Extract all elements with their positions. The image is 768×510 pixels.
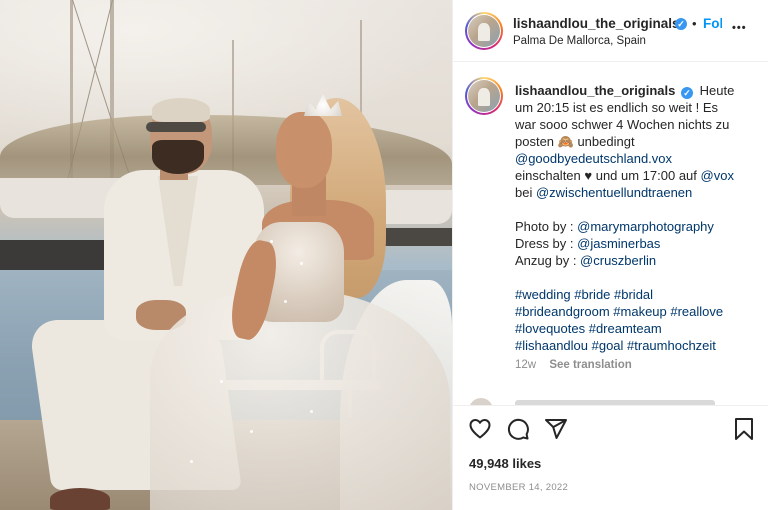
comment-icon[interactable] bbox=[505, 416, 531, 442]
heart-icon[interactable] bbox=[467, 416, 493, 442]
bookmark-icon[interactable] bbox=[731, 416, 757, 442]
post-caption: lishaandlou_the_originals ✓ Heute um 20:… bbox=[515, 82, 759, 354]
caption-text: posten 🙈 unbedingt bbox=[515, 134, 635, 149]
caption-hashtags[interactable]: #lishaandlou #goal #traumhochzeit bbox=[515, 337, 759, 354]
caption-author-avatar[interactable] bbox=[465, 77, 503, 115]
post-actions-bar bbox=[453, 405, 768, 451]
more-options-icon[interactable]: ••• bbox=[732, 22, 747, 34]
send-icon[interactable] bbox=[543, 416, 569, 442]
see-translation-button[interactable]: See translation bbox=[549, 359, 631, 371]
caption-mention[interactable]: @goodbyedeutschland.vox bbox=[515, 150, 759, 167]
caption-text: bei bbox=[515, 185, 536, 200]
caption-hashtags[interactable]: #wedding #bride #bridal bbox=[515, 286, 759, 303]
post-date: NOVEMBER 14, 2022 bbox=[469, 482, 569, 493]
sparkle bbox=[284, 300, 287, 303]
author-username[interactable]: lishaandlou_the_originals bbox=[513, 16, 680, 31]
verified-badge-icon: ✓ bbox=[675, 18, 687, 30]
groom-shoe bbox=[50, 488, 110, 510]
post-image[interactable] bbox=[0, 0, 452, 510]
caption-text: Anzug by : bbox=[515, 253, 581, 268]
caption-text: um 20:15 ist es endlich so weit ! Es bbox=[515, 100, 719, 115]
caption-mention[interactable]: @zwischentuellundtraenen bbox=[536, 185, 692, 200]
caption-text: Heute bbox=[699, 83, 735, 98]
caption-mention[interactable]: @marymarphotography bbox=[577, 219, 714, 234]
sparkle bbox=[190, 460, 193, 463]
groom-sunglasses bbox=[146, 122, 206, 132]
caption-username[interactable]: lishaandlou_the_originals bbox=[515, 83, 675, 98]
avatar-image bbox=[468, 15, 500, 47]
post-details-panel: lishaandlou_the_originals ✓ • Follow Pal… bbox=[452, 0, 768, 510]
caption-mention[interactable]: @cruszberlin bbox=[580, 253, 656, 268]
caption-text: einschalten ♥ und um 17:00 auf bbox=[515, 168, 701, 183]
follow-button[interactable]: Follow bbox=[703, 16, 722, 31]
caption-text: Dress by : bbox=[515, 236, 578, 251]
author-avatar[interactable] bbox=[465, 12, 503, 50]
avatar-image bbox=[468, 80, 500, 112]
post-location[interactable]: Palma De Mallorca, Spain bbox=[513, 35, 646, 47]
caption-hashtags[interactable]: #brideandgroom #makeup #reallove bbox=[515, 303, 759, 320]
groom-beard bbox=[152, 140, 204, 174]
caption-mention[interactable]: @vox bbox=[701, 168, 734, 183]
sparkle bbox=[270, 240, 273, 243]
post-header: lishaandlou_the_originals ✓ • Follow Pal… bbox=[453, 0, 768, 62]
caption-meta: 12w See translation bbox=[515, 359, 632, 371]
caption-text: war sooo schwer 4 Wochen nichts zu bbox=[515, 117, 730, 132]
separator-dot: • bbox=[692, 16, 697, 31]
sparkle bbox=[300, 262, 303, 265]
likes-count[interactable]: 49,948 likes bbox=[469, 456, 541, 471]
bride-skirt bbox=[150, 290, 450, 510]
sparkle bbox=[250, 430, 253, 433]
boat-hull-dark bbox=[0, 240, 120, 270]
sparkle bbox=[220, 380, 223, 383]
bride-face bbox=[276, 112, 332, 188]
caption-hashtags[interactable]: #lovequotes #dreamteam bbox=[515, 320, 759, 337]
sparkle bbox=[310, 410, 313, 413]
caption-mention[interactable]: @jasminerbas bbox=[577, 236, 660, 251]
post-age[interactable]: 12w bbox=[515, 359, 536, 371]
caption-text: Photo by : bbox=[515, 219, 578, 234]
verified-badge-icon: ✓ bbox=[681, 87, 693, 99]
groom-hair bbox=[152, 98, 210, 122]
